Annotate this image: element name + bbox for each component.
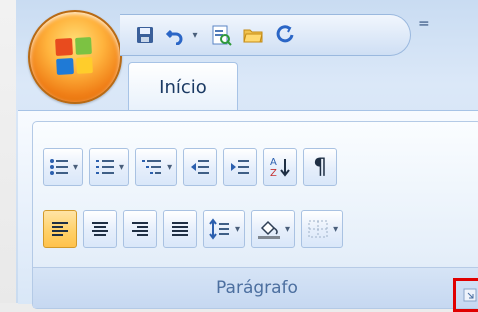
- align-center-icon: [89, 218, 111, 240]
- tab-inicio[interactable]: Início: [128, 62, 238, 111]
- sort-button[interactable]: AZ: [263, 148, 298, 186]
- paragraph-group-title: Parágrafo: [216, 278, 298, 298]
- align-right-icon: [129, 218, 151, 240]
- bullets-button[interactable]: ▾: [43, 148, 84, 186]
- ribbon-panel: ▾ ▾ ▾ A Z ¶ ▾ ▾ ▾ Parágrafo: [18, 110, 478, 312]
- justify-button[interactable]: [163, 210, 197, 248]
- svg-text:Z: Z: [270, 168, 277, 179]
- pilcrow-icon: ¶: [313, 154, 328, 180]
- group-label: Parágrafo: [33, 267, 478, 312]
- dropdown-arrow-icon: ▾: [73, 161, 79, 173]
- undo-icon[interactable]: [162, 22, 188, 48]
- align-left-icon: [49, 218, 71, 240]
- justify-icon: [169, 218, 191, 240]
- increase-indent-button[interactable]: [223, 148, 258, 186]
- numbered-list-icon: [94, 156, 116, 178]
- office-button[interactable]: [28, 10, 122, 104]
- paragraph-group: ▾ ▾ ▾ A Z ¶ ▾ ▾ ▾ Parágrafo: [32, 121, 478, 312]
- quick-access-toolbar: ▾: [120, 14, 411, 56]
- paragraph-row-top: ▾ ▾ ▾ A Z ¶: [43, 148, 338, 186]
- paragraph-dialog-launcher[interactable]: [453, 278, 478, 312]
- align-center-button[interactable]: [83, 210, 117, 248]
- line-spacing-button[interactable]: ▾: [203, 210, 246, 248]
- multilevel-list-button[interactable]: ▾: [135, 148, 178, 186]
- decrease-indent-button[interactable]: [183, 148, 218, 186]
- dialog-launcher-icon: [463, 288, 477, 302]
- customize-qat-icon[interactable]: =: [418, 16, 430, 32]
- dropdown-arrow-icon: ▾: [285, 223, 291, 235]
- paragraph-row-bottom: ▾ ▾ ▾: [43, 210, 344, 248]
- borders-icon: [306, 218, 330, 240]
- bullet-list-icon: [48, 156, 70, 178]
- svg-text:A: A: [270, 157, 277, 168]
- multilevel-list-icon: [140, 156, 164, 178]
- align-left-button[interactable]: [43, 210, 77, 248]
- line-spacing-icon: [208, 218, 232, 240]
- dropdown-arrow-icon: ▾: [119, 161, 125, 173]
- increase-indent-icon: [229, 156, 251, 178]
- dropdown-arrow-icon: ▾: [333, 223, 339, 235]
- open-folder-icon[interactable]: [240, 22, 266, 48]
- shading-button[interactable]: ▾: [251, 210, 296, 248]
- redo-icon[interactable]: [272, 22, 298, 48]
- borders-button[interactable]: ▾: [301, 210, 344, 248]
- undo-dropdown-icon[interactable]: ▾: [188, 22, 202, 48]
- save-icon[interactable]: [132, 22, 158, 48]
- sort-az-icon: AZ: [268, 155, 292, 179]
- align-right-button[interactable]: [123, 210, 157, 248]
- office-logo-icon: [55, 37, 93, 75]
- decrease-indent-icon: [189, 156, 211, 178]
- paint-bucket-icon: [256, 218, 282, 240]
- numbering-button[interactable]: ▾: [89, 148, 130, 186]
- dropdown-arrow-icon: ▾: [235, 223, 241, 235]
- show-hide-marks-button[interactable]: ¶: [303, 148, 338, 186]
- tab-label: Início: [159, 76, 207, 98]
- print-preview-icon[interactable]: [208, 22, 234, 48]
- dropdown-arrow-icon: ▾: [167, 161, 173, 173]
